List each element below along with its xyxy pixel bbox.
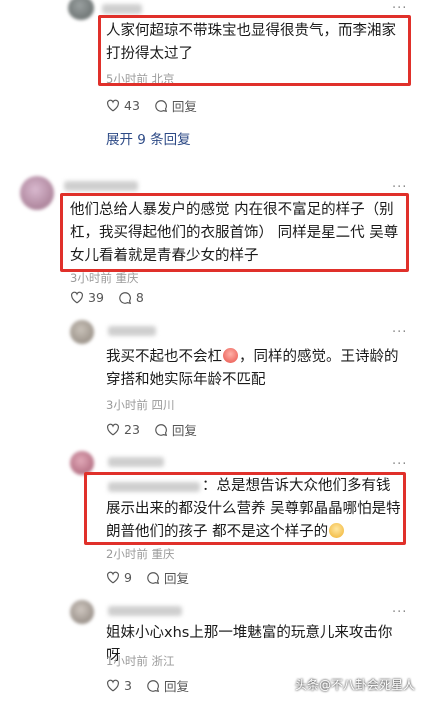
like-button[interactable]: 3 (106, 678, 132, 693)
username-blurred[interactable] (108, 326, 156, 336)
reply-actions: 3 回复 (106, 676, 203, 695)
like-count: 3 (124, 678, 132, 693)
like-count: 39 (88, 290, 104, 305)
reply-text-part: 我买不起也不会杠 (106, 349, 222, 365)
angry-emoji-icon (223, 348, 238, 363)
reply-meta: 3小时前 四川 (106, 398, 175, 412)
reply-label: 回复 (171, 423, 197, 438)
reply-text: 我买不起也不会杠 ，同样的感觉。王诗龄的穿搭和她实际年龄不匹配 (106, 346, 406, 392)
comment-meta: 5小时前 北京 (106, 72, 175, 86)
reply-button[interactable]: 8 (118, 290, 144, 305)
reply-button[interactable]: 回复 (146, 676, 189, 695)
reply-text: ：总是想告诉大众他们多有钱 展示出来的都没什么营养 吴尊郭晶晶哪怕是特朗普他们的… (106, 475, 406, 544)
smile-emoji-icon (329, 523, 345, 538)
comment-bubble-icon (155, 423, 167, 436)
comment-actions: 39 8 (70, 290, 158, 305)
like-button[interactable]: 9 (106, 570, 132, 585)
watermark: 头条@不八卦会死星人 (294, 678, 415, 692)
comment-text: 人家何超琼不带珠宝也显得很贵气，而李湘家打扮得太过了 (106, 23, 396, 62)
reply-button[interactable]: 回复 (154, 96, 197, 115)
username-blurred[interactable] (102, 4, 142, 14)
like-count: 43 (124, 98, 140, 113)
reply-actions: 23 回复 (106, 420, 211, 439)
comment-bubble-icon (119, 291, 131, 304)
heart-icon (106, 679, 120, 692)
comment-bubble-icon (147, 679, 160, 692)
heart-icon (70, 291, 84, 304)
reply-actions: 9 回复 (106, 568, 203, 587)
username-blurred[interactable] (64, 181, 138, 191)
comment-meta: 3小时前 重庆 (70, 271, 139, 285)
reply-label: 回复 (163, 571, 189, 586)
like-button[interactable]: 23 (106, 422, 140, 437)
avatar[interactable] (20, 176, 54, 210)
avatar[interactable] (70, 600, 94, 624)
reply-text-part: ：总是想告诉大众他们多有钱 展示出来的都没什么营养 吴尊郭晶晶哪怕是特朗普他们的… (106, 478, 401, 540)
avatar[interactable] (70, 451, 94, 475)
comment-actions: 43 回复 (106, 96, 211, 115)
like-count: 9 (124, 570, 132, 585)
reply-button[interactable]: 回复 (146, 568, 189, 587)
comment-text: 他们总给人暴发户的感觉 内在很不富足的样子（别杠，我买得起他们的衣服首饰） 同样… (70, 202, 399, 264)
more-options-icon[interactable]: ··· (392, 181, 407, 194)
heart-icon (106, 99, 120, 112)
more-options-icon[interactable]: ··· (392, 458, 407, 471)
heart-icon (106, 571, 120, 584)
username-blurred[interactable] (108, 606, 182, 616)
comment-bubble-icon (155, 99, 167, 112)
comment-bubble-icon (147, 571, 160, 584)
reply-label: 回复 (171, 99, 197, 114)
like-button[interactable]: 39 (70, 290, 104, 305)
more-options-icon[interactable]: ··· (392, 326, 407, 339)
like-button[interactable]: 43 (106, 98, 140, 113)
reply-meta: 2小时前 重庆 (106, 547, 175, 561)
reply-label: 回复 (163, 679, 189, 694)
reply-button[interactable]: 回复 (154, 420, 197, 439)
more-options-icon[interactable]: ··· (392, 606, 407, 619)
avatar[interactable] (70, 320, 94, 344)
more-options-icon[interactable]: ··· (392, 2, 407, 15)
username-blurred[interactable] (108, 457, 164, 467)
heart-icon (106, 423, 120, 436)
like-count: 23 (124, 422, 140, 437)
avatar[interactable] (68, 0, 94, 20)
expand-replies-link[interactable]: 展开 9 条回复 (106, 128, 191, 148)
reply-meta: 1小时前 浙江 (106, 654, 175, 668)
reply-count: 8 (135, 290, 144, 305)
